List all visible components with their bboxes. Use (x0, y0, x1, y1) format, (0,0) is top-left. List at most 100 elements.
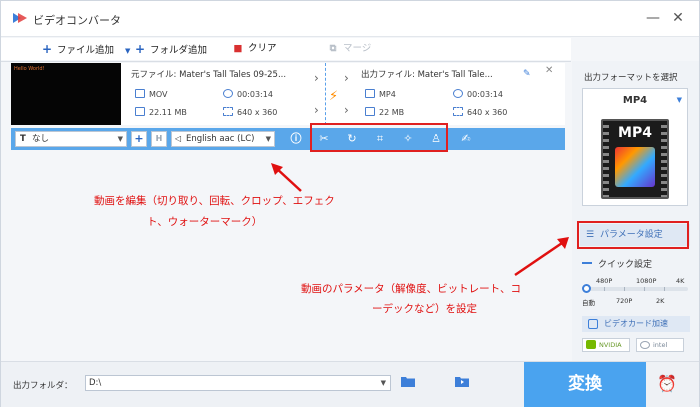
chevron-right-icon: › (344, 71, 349, 85)
merge-icon: ⧉ (329, 43, 337, 54)
remove-file-icon[interactable]: ✕ (545, 65, 553, 76)
rename-pencil-icon[interactable]: ✎ (523, 69, 531, 79)
toolbar-divider (1, 61, 571, 62)
add-subtitle-button[interactable]: + (131, 131, 147, 147)
quality-slider-track[interactable] (584, 287, 688, 291)
output-resolution: 640 x 360 (453, 107, 507, 117)
output-size: 22 MB (365, 107, 404, 117)
add-file-button[interactable]: + ファイル追加 ▼ (41, 42, 130, 56)
quality-4k-label: 4K (676, 277, 685, 285)
plus-icon: + (41, 42, 53, 56)
add-file-dropdown-icon[interactable]: ▼ (125, 47, 130, 55)
clock-icon (223, 89, 233, 98)
format-name: MP4 (622, 95, 648, 106)
convert-button[interactable]: 変換 (524, 362, 646, 407)
app-window: ビデオコンバータ — ✕ + ファイル追加 ▼ + フォルダ追加 ■ クリア ⧉ マージ… (0, 0, 700, 407)
window-title: ビデオコンバータ (33, 14, 121, 27)
mp4-format-icon: MP4 (601, 119, 669, 199)
clock-icon (453, 89, 463, 98)
video-thumbnail[interactable]: Hello World! (11, 63, 121, 125)
source-resolution: 640 x 360 (223, 107, 277, 117)
resolution-icon (223, 107, 233, 116)
plus-icon: + (134, 42, 146, 56)
alarm-clock-icon[interactable]: ⏰ (657, 374, 677, 394)
chevron-right-icon: › (344, 103, 349, 117)
quick-settings-label: クイック設定 (582, 257, 652, 270)
clear-button[interactable]: ■ クリア (232, 42, 277, 56)
param-annotation-line2: ーデックなど）を設定 (372, 303, 477, 315)
gpu-acceleration-toggle[interactable]: ビデオカード加速 (582, 316, 690, 332)
bottom-bar: 出力フォルダ： D:\ ▼ 変換 ⏰ (1, 361, 699, 407)
trash-icon: ■ (233, 43, 243, 54)
output-folder-select[interactable]: D:\ ▼ (85, 375, 391, 391)
filesize-icon (135, 107, 145, 116)
clear-label: クリア (248, 43, 277, 54)
nvidia-logo-icon (586, 340, 596, 349)
text-icon: T (20, 134, 26, 144)
edit-annotation-line1: 動画を編集（切り取り、回転、クロップ、エフェク (94, 195, 335, 207)
source-size: 22.11 MB (135, 107, 187, 117)
close-window-button[interactable]: ✕ (669, 9, 687, 27)
quality-1080p-label: 1080P (636, 277, 657, 285)
merge-button[interactable]: ⧉ マージ (327, 42, 372, 56)
source-filename: 元ファイル: Mater's Tall Tales 09-25... (131, 70, 287, 80)
quality-slider-handle[interactable] (582, 284, 591, 293)
source-duration: 00:03:14 (223, 89, 273, 99)
chevron-right-icon: › (314, 103, 319, 117)
thumbnail-text: Hello World! (14, 66, 45, 72)
param-annotation-arrow-icon (514, 237, 569, 277)
edit-annotation-line2: ト、ウォーターマーク） (147, 216, 263, 228)
slider-tick (644, 287, 645, 291)
toolbar: + ファイル追加 ▼ + フォルダ追加 ■ クリア ⧉ マージ (1, 38, 571, 60)
select-format-label: 出力フォーマットを選択 (584, 73, 678, 83)
format-selector[interactable]: MP4 ▼ MP4 (582, 88, 688, 206)
add-file-label: ファイル追加 (57, 45, 115, 56)
subtitle-extract-button[interactable]: H (151, 131, 167, 147)
param-settings-highlight (577, 221, 689, 249)
nvidia-option[interactable]: NVIDIA (582, 338, 630, 352)
resolution-icon (453, 107, 463, 116)
open-output-folder-icon[interactable] (455, 376, 469, 387)
slider-tick (624, 287, 625, 291)
merge-label: マージ (343, 43, 372, 54)
edit-tools-highlight (310, 123, 448, 152)
add-folder-button[interactable]: + フォルダ追加 (134, 42, 207, 56)
file-item[interactable]: Hello World! 元ファイル: Mater's Tall Tales 0… (11, 63, 565, 125)
param-annotation-line1: 動画のパラメータ（解像度、ビットレート、コ (301, 283, 521, 295)
subtitle-select[interactable]: T なし ▼ (15, 131, 127, 147)
slider-icon (582, 262, 592, 264)
audio-track-select[interactable]: ◁ English aac (LC) ▼ (171, 131, 275, 147)
filesize-icon (365, 107, 375, 116)
slider-tick (664, 287, 665, 291)
dropdown-arrow-icon: ▼ (117, 135, 123, 143)
output-format-panel: 出力フォーマットを選択 MP4 ▼ MP4 ☰ パラメータ設定 クイック設定 4… (572, 61, 699, 361)
quality-720p-label: 720P (616, 297, 633, 305)
output-format: MP4 (365, 89, 396, 99)
dropdown-arrow-icon[interactable]: ▼ (677, 96, 682, 104)
browse-folder-icon[interactable] (401, 376, 415, 387)
convert-divider (325, 63, 326, 125)
title-bar: ビデオコンバータ — ✕ (1, 1, 699, 37)
output-duration: 00:03:14 (453, 89, 503, 99)
format-icon (135, 89, 145, 98)
output-filename: 出力ファイル: Mater's Tall Tale... (361, 70, 493, 80)
edit-toolbar: T なし ▼ + H ◁ English aac (LC) ▼ ⓘ ✂ ↻ ⌗ … (11, 128, 565, 150)
source-format: MOV (135, 89, 168, 99)
info-icon[interactable]: ⓘ (289, 132, 303, 146)
minimize-button[interactable]: — (644, 9, 662, 27)
chevron-right-icon: › (314, 71, 319, 85)
quality-auto-label: 自動 (582, 299, 595, 307)
quality-2k-label: 2K (656, 297, 665, 305)
speaker-icon: ◁ (175, 134, 182, 143)
slider-tick (604, 287, 605, 291)
gpu-chip-icon (588, 319, 598, 329)
dropdown-arrow-icon: ▼ (380, 379, 386, 387)
edit-annotation-arrow-icon (271, 163, 302, 192)
format-icon (365, 89, 375, 98)
dropdown-arrow-icon: ▼ (265, 135, 271, 143)
intel-option[interactable]: intel (636, 338, 684, 352)
app-logo-icon (13, 13, 27, 23)
subtitle-edit-icon[interactable]: ✍ (459, 132, 473, 146)
lightning-icon: ⚡ (329, 89, 339, 104)
output-folder-label: 出力フォルダ： (13, 381, 73, 391)
